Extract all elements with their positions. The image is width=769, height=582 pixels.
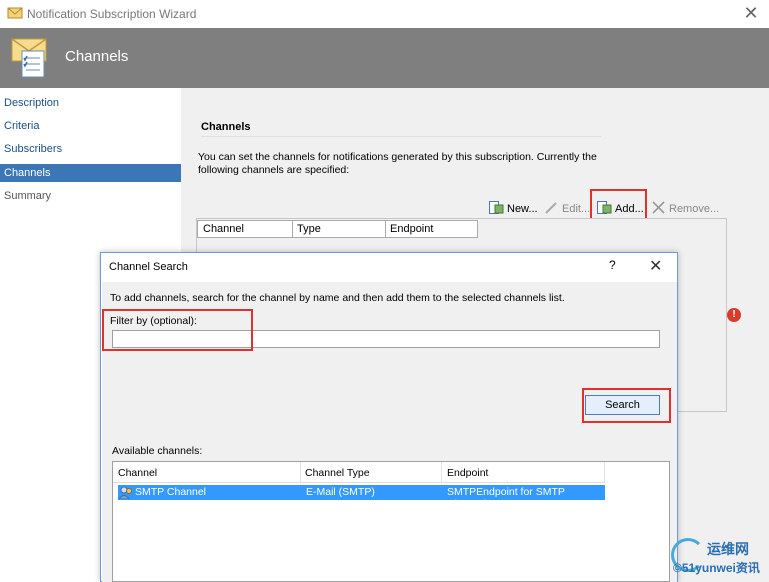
header-banner: Channels — [0, 28, 769, 88]
watermark-cn: 运维网 — [707, 541, 749, 557]
remove-button-label: Remove... — [669, 203, 720, 215]
page-heading: Channels — [65, 48, 129, 65]
window-close-button[interactable]: ✕ — [740, 2, 762, 24]
intro-text: You can set the channels for notificatio… — [198, 151, 618, 177]
nav-item-channels[interactable]: Channels — [0, 164, 181, 182]
dialog-title: Channel Search — [109, 261, 188, 273]
row-type: E-Mail (SMTP) — [306, 486, 375, 498]
column-endpoint[interactable]: Endpoint — [447, 467, 488, 479]
available-list-header: Channel Channel Type Endpoint — [113, 462, 605, 483]
section-title: Channels — [201, 121, 251, 133]
intro-line-2: following channels are specified: — [198, 164, 350, 176]
error-icon: ! — [727, 308, 741, 322]
nav-item-subscribers[interactable]: Subscribers — [0, 140, 181, 158]
intro-line-1: You can set the channels for notificatio… — [198, 151, 597, 163]
help-button[interactable]: ? — [609, 258, 616, 272]
available-channels-label: Available channels: — [112, 445, 203, 457]
new-button-label: New... — [507, 203, 538, 215]
new-button[interactable]: New... — [489, 200, 538, 218]
subscription-wizard-icon — [11, 38, 47, 78]
watermark-en: ©51yunwei资讯 — [673, 561, 760, 575]
list-item[interactable]: SMTP Channel E-Mail (SMTP) SMTPEndpoint … — [118, 485, 605, 510]
channel-users-icon — [119, 486, 132, 499]
row-channel: SMTP Channel — [135, 486, 207, 498]
dialog-close-button[interactable]: ✕ — [649, 256, 662, 276]
dialog-hint: To add channels, search for the channel … — [110, 292, 565, 304]
search-button-highlight — [582, 388, 671, 423]
available-channels-list[interactable]: Channel Channel Type Endpoint SMTP Chann… — [112, 461, 670, 582]
nav-item-description[interactable]: Description — [0, 94, 181, 112]
column-channel[interactable]: Channel — [118, 467, 157, 479]
remove-button[interactable]: Remove... — [651, 200, 719, 218]
channel-search-dialog: Channel Search ? ✕ To add channels, sear… — [100, 252, 678, 582]
edit-button[interactable]: Edit... — [544, 200, 590, 218]
nav-item-criteria[interactable]: Criteria — [0, 117, 181, 135]
column-channel-type[interactable]: Channel Type — [305, 467, 370, 479]
filter-highlight — [102, 309, 253, 351]
section-divider — [201, 136, 601, 137]
window-title: Notification Subscription Wizard — [27, 7, 197, 21]
channels-grid-header: Channel Type Endpoint — [197, 220, 478, 238]
title-bar: Notification Subscription Wizard ✕ — [0, 0, 769, 28]
envelope-icon — [7, 7, 23, 19]
new-channel-icon — [489, 201, 504, 214]
column-type[interactable]: Type — [297, 223, 321, 235]
dialog-body: To add channels, search for the channel … — [102, 282, 677, 582]
nav-item-summary[interactable]: Summary — [0, 187, 181, 205]
column-endpoint[interactable]: Endpoint — [390, 223, 433, 235]
edit-button-label: Edit... — [562, 203, 591, 215]
column-channel[interactable]: Channel — [203, 223, 244, 235]
pencil-icon — [545, 202, 557, 214]
row-endpoint: SMTPEndpoint for SMTP Channel — [447, 486, 565, 510]
remove-x-icon — [652, 201, 665, 214]
watermark-logo: 运维网 ©51yunwei资讯 — [665, 536, 769, 580]
